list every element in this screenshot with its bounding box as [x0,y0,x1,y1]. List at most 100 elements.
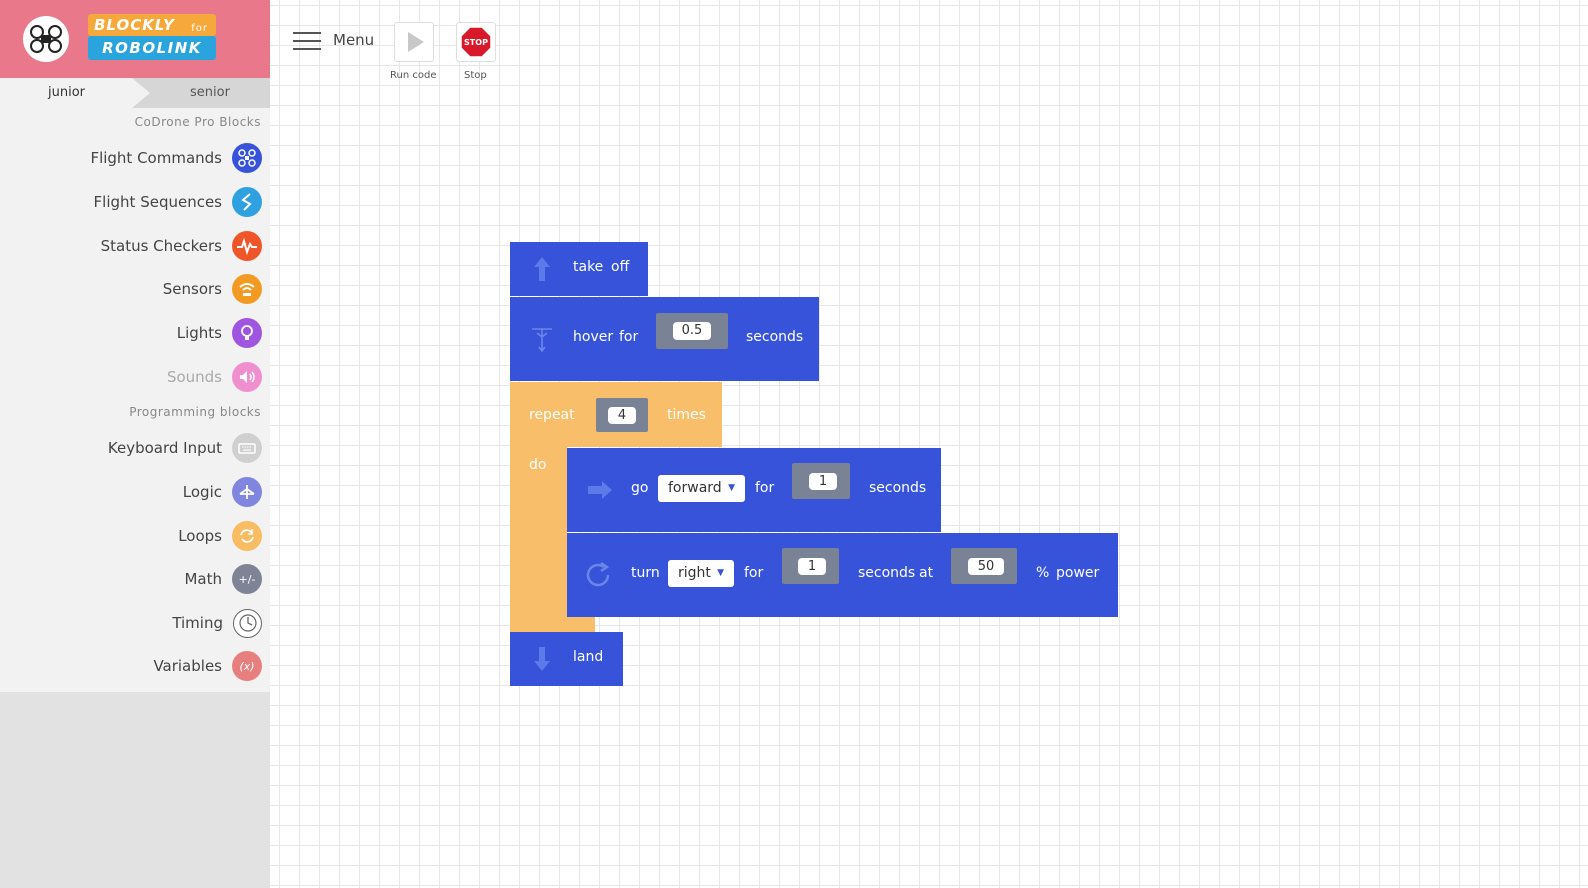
category-timing[interactable]: Timing [172,607,262,639]
run-code-label: Run code [390,70,437,81]
category-label: Logic [182,483,222,501]
logic-icon [232,477,262,507]
play-icon [408,32,424,52]
block-text: seconds [858,565,916,581]
repeat-block-body: do [510,447,567,632]
category-keyboard-input[interactable]: Keyboard Input [108,432,262,464]
category-lights[interactable]: Lights [177,317,262,349]
block-take-off[interactable]: take off [510,242,648,296]
category-label: Loops [178,527,222,545]
direction-value: right [678,565,711,581]
block-text: times [667,407,706,423]
category-loops[interactable]: Loops [178,520,262,552]
stop-sign-icon: STOP [460,26,492,58]
category-label: Flight Commands [90,149,222,167]
block-text: for [744,565,764,581]
category-logic[interactable]: Logic [183,476,262,508]
direction-dropdown[interactable]: forward ▼ [658,475,745,502]
direction-value: forward [668,480,722,496]
drone-icon [232,143,262,173]
math-glyph: +/- [238,572,256,586]
brand-line2: ROBOLINK [88,36,216,60]
run-code-button[interactable] [394,22,434,62]
brand-line1: BLOCKLY [94,16,175,34]
block-text: power [1056,565,1100,581]
category-label: Flight Sequences [93,193,222,211]
zigzag-icon [232,187,262,217]
category-status-checkers[interactable]: Status Checkers [101,230,262,262]
block-text: do [529,457,547,473]
chevron-down-icon: ▼ [728,483,735,493]
block-turn[interactable]: turn right ▼ for 1 seconds at 50 % power [567,533,1118,617]
block-text: % [1036,565,1050,581]
pulse-icon [232,231,262,261]
block-text: go [631,480,649,496]
number-slot: 1 [792,463,850,499]
block-text: take [573,259,604,275]
blockly-workspace[interactable] [270,0,1588,888]
sidebar-empty-area [0,692,270,888]
category-flight-sequences[interactable]: Flight Sequences [94,186,262,218]
block-text: turn [631,565,660,581]
block-text: off [611,259,630,275]
stop-sign-text: STOP [464,38,488,47]
tab-junior-label: junior [48,85,86,100]
stop-label: Stop [464,70,487,81]
category-flight-commands[interactable]: Flight Commands [90,142,262,174]
menu-label: Menu [333,31,375,49]
variable-glyph: (x) [239,659,255,673]
block-text: for [755,480,775,496]
brand-header: BLOCKLY for ROBOLINK [0,0,270,78]
down-arrow-icon [534,647,550,671]
hamburger-icon [293,30,321,50]
block-text: for [619,329,639,345]
category-label: Variables [153,657,222,675]
number-slot: 0.5 [656,313,728,349]
number-slot: 4 [596,398,648,432]
loop-icon [232,521,262,551]
turn-duration-input[interactable]: 1 [798,558,826,575]
block-text: seconds [746,329,804,345]
rotate-icon [586,561,610,587]
chevron-down-icon: ▼ [717,568,724,578]
up-arrow-icon [534,257,550,281]
category-label: Lights [176,324,222,342]
block-land[interactable]: land [510,632,623,686]
repeat-count-input[interactable]: 4 [608,407,636,424]
menu-button[interactable]: Menu [293,30,374,50]
block-text: at [919,565,934,581]
blockly-robolink-logo: BLOCKLY for ROBOLINK [88,14,216,64]
category-label: Sensors [162,280,222,298]
math-icon: +/- [232,564,262,594]
block-go[interactable]: go forward ▼ for 1 seconds [567,448,941,532]
category-label: Math [184,570,222,588]
category-sensors[interactable]: Sensors [163,273,262,305]
hover-drone-icon [532,328,552,353]
level-tabs: junior senior [0,78,270,108]
hover-duration-input[interactable]: 0.5 [673,322,711,340]
turn-direction-dropdown[interactable]: right ▼ [668,560,734,587]
sensor-icon [232,274,262,304]
section-codrone-blocks: CoDrone Pro Blocks [134,115,261,129]
category-math[interactable]: Math +/- [184,563,262,595]
turn-power-input[interactable]: 50 [968,558,1004,575]
category-variables[interactable]: Variables (x) [153,650,262,682]
category-label: Status Checkers [100,237,222,255]
stop-button[interactable]: STOP [456,22,496,62]
number-slot: 50 [951,548,1017,584]
block-text: hover [573,329,614,345]
category-label: Keyboard Input [107,439,222,457]
go-duration-input[interactable]: 1 [809,473,837,490]
block-hover[interactable]: hover for 0.5 seconds [510,297,819,381]
category-label: Timing [172,614,223,632]
block-repeat[interactable]: repeat 4 times [510,382,722,447]
drone-logo-icon[interactable] [23,16,69,62]
category-sounds[interactable]: Sounds [167,361,262,393]
lightbulb-icon [232,318,262,348]
category-label: Sounds [166,368,222,386]
block-text: land [573,649,604,665]
block-text: seconds [869,480,927,496]
right-arrow-icon [588,481,612,499]
tab-junior[interactable]: junior [0,78,150,108]
tab-senior[interactable]: senior [190,78,230,108]
